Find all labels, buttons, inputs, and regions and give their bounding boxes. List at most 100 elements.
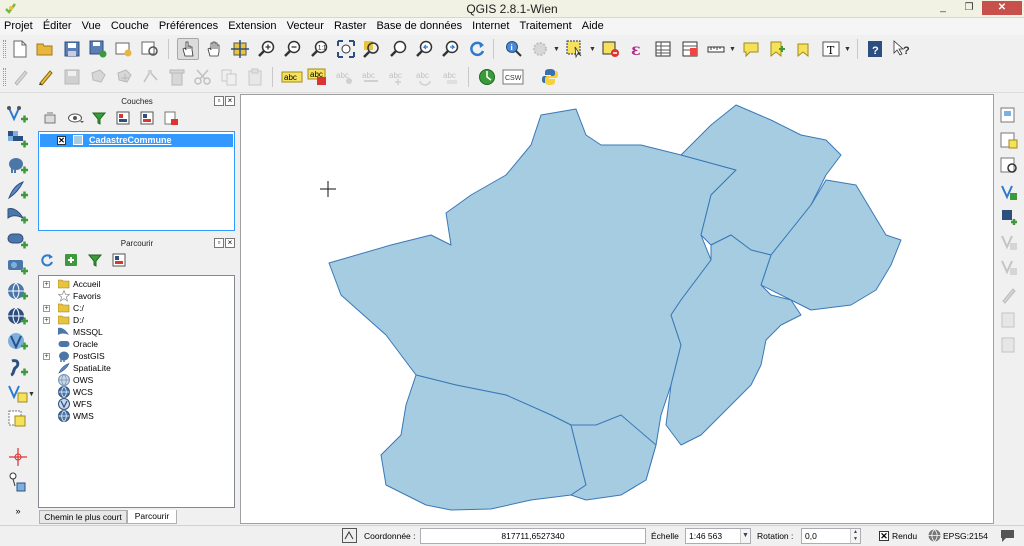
refresh-button[interactable] — [466, 38, 488, 60]
menu-preferences[interactable]: Préférences — [155, 18, 221, 33]
render-checkbox[interactable]: ✕ — [879, 531, 889, 541]
add-db2-layer-button[interactable] — [6, 256, 30, 278]
close-button[interactable]: ✕ — [982, 1, 1022, 15]
csw-search-button[interactable]: CSW — [502, 66, 524, 88]
save-project-button[interactable] — [61, 38, 83, 60]
expand-all-button[interactable] — [114, 109, 132, 127]
collapse-all-button[interactable] — [138, 109, 156, 127]
add-raster-layer-button[interactable] — [6, 129, 30, 151]
zoom-out-button[interactable] — [282, 38, 304, 60]
zoom-to-selection-button[interactable] — [388, 38, 410, 60]
add-vector-layer-button[interactable] — [6, 104, 30, 126]
current-edits-button[interactable] — [10, 66, 32, 88]
filter-browser-button[interactable] — [86, 251, 104, 269]
chevron-down-icon[interactable]: ▼ — [589, 46, 596, 53]
tree-item-spatialite[interactable]: SpatiaLite — [39, 362, 229, 374]
message-log-button[interactable] — [1000, 528, 1015, 546]
messages-toggle-button[interactable] — [342, 528, 357, 546]
text-annotation-button[interactable]: T — [820, 38, 842, 60]
layers-tree[interactable]: ✕ CadastreCommune — [38, 131, 235, 231]
add-postgis-layer-button[interactable] — [6, 155, 30, 177]
menu-couche[interactable]: Couche — [107, 18, 152, 33]
composer-manager-button[interactable] — [139, 38, 161, 60]
zoom-last-button[interactable] — [414, 38, 436, 60]
menu-vue[interactable]: Vue — [78, 18, 104, 33]
tree-item-d-drive[interactable]: + D:/ — [39, 314, 229, 326]
new-bookmark-button[interactable] — [766, 38, 788, 60]
menu-base-de-donnees[interactable]: Base de données — [372, 18, 465, 33]
expand-toggle[interactable]: + — [43, 305, 50, 312]
deselect-all-button[interactable] — [600, 38, 622, 60]
add-mssql-layer-button[interactable] — [6, 205, 30, 227]
add-wms-layer-button[interactable] — [6, 281, 30, 303]
georeferencer-button[interactable] — [6, 446, 30, 468]
geoprocessing-button[interactable] — [476, 66, 498, 88]
expand-toggle[interactable]: + — [43, 353, 50, 360]
zoom-in-button[interactable] — [256, 38, 278, 60]
more-tools-chevron-icon[interactable]: » — [6, 500, 30, 522]
chevron-down-icon[interactable]: ▼ — [553, 46, 560, 53]
toolbar-grip[interactable] — [3, 40, 6, 58]
refresh-browser-button[interactable] — [38, 251, 56, 269]
pin-labels-button[interactable]: abc — [334, 66, 356, 88]
move-label-button[interactable]: abc — [387, 66, 409, 88]
measure-line-button[interactable] — [705, 38, 727, 60]
layer-labeling-options-button[interactable]: abc — [281, 66, 303, 88]
vector-tool-3-button[interactable] — [998, 231, 1020, 253]
tree-item-oracle[interactable]: Oracle — [39, 338, 229, 350]
add-virtual-layer-button[interactable] — [6, 407, 30, 429]
zoom-native-button[interactable]: 1:1 — [309, 38, 331, 60]
toolbar-grip[interactable] — [3, 68, 6, 86]
remove-layer-button[interactable] — [162, 109, 180, 127]
layer-item-cadastrecommune[interactable]: ✕ CadastreCommune — [40, 134, 233, 147]
tree-item-c-drive[interactable]: + C:/ — [39, 302, 229, 314]
run-feature-action-button[interactable] — [529, 38, 551, 60]
new-print-composer-button[interactable] — [112, 38, 134, 60]
filter-legend-button[interactable] — [90, 109, 108, 127]
whats-this-button[interactable]: ? — [891, 38, 913, 60]
select-features-button[interactable] — [564, 38, 586, 60]
copy-features-button[interactable] — [218, 66, 240, 88]
zoom-full-button[interactable] — [335, 38, 357, 60]
add-wcs-layer-button[interactable] — [6, 306, 30, 328]
new-project-button[interactable] — [9, 38, 31, 60]
pan-to-selection-button[interactable] — [229, 38, 251, 60]
tree-item-wfs[interactable]: WFS — [39, 398, 229, 410]
menu-vecteur[interactable]: Vecteur — [283, 18, 327, 33]
manage-visibility-button[interactable] — [67, 109, 85, 127]
browser-tree[interactable]: + Accueil Favoris + C:/ + D:/ MSSQL Orac… — [38, 275, 235, 508]
expand-toggle[interactable]: + — [43, 281, 50, 288]
expression-select-button[interactable]: ε — [626, 38, 648, 60]
menu-aide[interactable]: Aide — [578, 18, 607, 33]
menu-raster[interactable]: Raster — [330, 18, 369, 33]
float-panel-button[interactable]: ▫ — [214, 96, 224, 106]
label-settings-button[interactable]: abc — [307, 66, 329, 88]
layer-visibility-checkbox[interactable]: ✕ — [57, 136, 66, 145]
menu-extension[interactable]: Extension — [224, 18, 279, 33]
tree-item-ows[interactable]: OWS — [39, 374, 229, 386]
tree-item-wms[interactable]: WMS — [39, 410, 229, 422]
map-tips-button[interactable] — [740, 38, 762, 60]
open-project-button[interactable] — [34, 38, 56, 60]
add-selected-layers-button[interactable] — [62, 251, 80, 269]
zoom-to-layer-button[interactable] — [361, 38, 383, 60]
tree-item-accueil[interactable]: + Accueil — [39, 278, 229, 290]
collapse-browser-button[interactable] — [110, 251, 128, 269]
identify-features-button[interactable]: i — [503, 38, 525, 60]
scale-combobox[interactable]: 1:46 563 ▼ — [685, 528, 751, 544]
add-wfs-layer-button[interactable] — [6, 331, 30, 353]
delete-selected-button[interactable] — [166, 66, 188, 88]
raster-search-button[interactable] — [998, 154, 1020, 176]
save-layer-edits-button[interactable] — [61, 66, 83, 88]
chevron-down-icon[interactable]: ▼ — [28, 391, 35, 398]
show-bookmarks-button[interactable] — [792, 38, 814, 60]
tree-item-favoris[interactable]: Favoris — [39, 290, 229, 302]
toggle-editing-button[interactable] — [35, 66, 57, 88]
vector-tool-6-button[interactable] — [998, 309, 1020, 331]
tree-item-wcs[interactable]: WCS — [39, 386, 229, 398]
vector-tool-4-button[interactable] — [998, 256, 1020, 278]
crs-button[interactable] — [928, 529, 941, 545]
close-panel-button[interactable]: × — [225, 238, 235, 248]
maximize-button[interactable]: ❐ — [958, 1, 980, 15]
minimize-button[interactable]: _ — [932, 1, 954, 15]
